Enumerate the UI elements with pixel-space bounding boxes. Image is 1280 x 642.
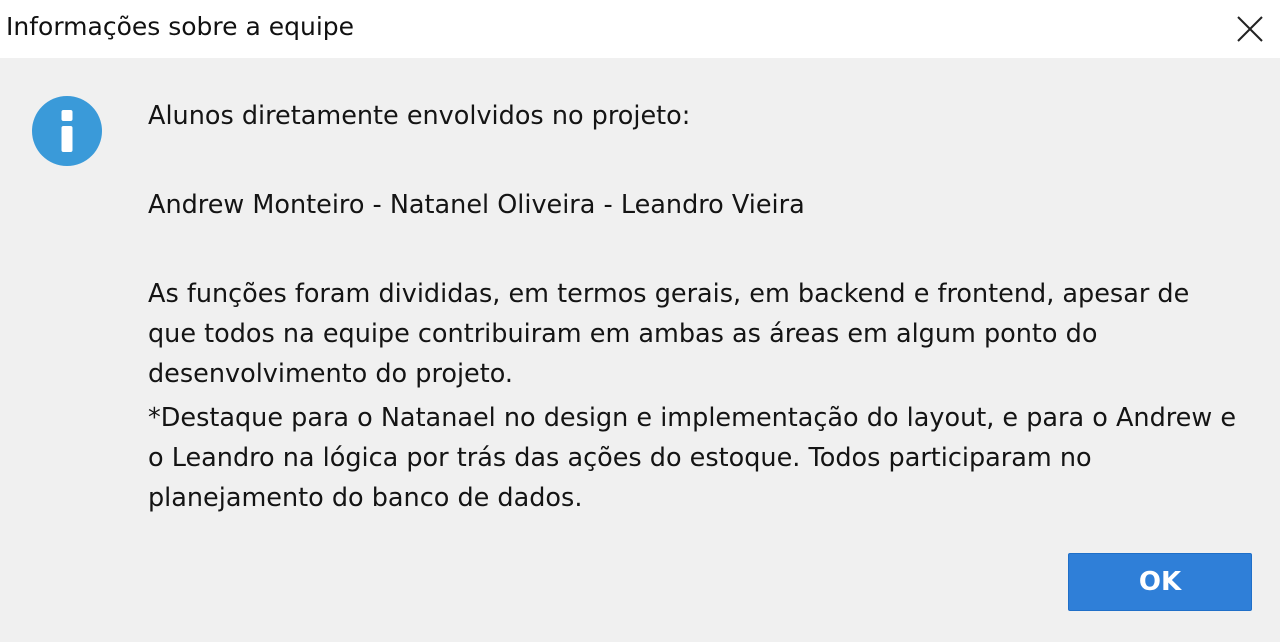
- roles-line-2: que todos na equipe contribuiram em amba…: [148, 319, 1098, 349]
- title-bar: Informações sobre a equipe: [0, 0, 1280, 58]
- highlight-line-3: planejamento do banco de dados.: [148, 483, 583, 513]
- team-members: Andrew Monteiro - Natanel Oliveira - Lea…: [148, 190, 805, 220]
- roles-line-3: desenvolvimento do projeto.: [148, 359, 513, 389]
- roles-line-1: As funções foram divididas, em termos ge…: [148, 279, 1190, 309]
- highlight-line-1: *Destaque para o Natanael no design e im…: [148, 403, 1237, 433]
- message-text: Alunos diretamente envolvidos no projeto…: [148, 96, 1268, 518]
- highlight-line-2: o Leandro na lógica por trás das ações d…: [148, 443, 1092, 473]
- info-icon: [32, 96, 102, 166]
- message-heading: Alunos diretamente envolvidos no projeto…: [148, 101, 691, 131]
- window-title: Informações sobre a equipe: [6, 12, 355, 41]
- ok-button[interactable]: OK: [1068, 553, 1252, 611]
- message-dialog: Informações sobre a equipe Alunos direta…: [0, 0, 1280, 642]
- close-button[interactable]: [1220, 0, 1280, 58]
- close-icon: [1237, 16, 1263, 42]
